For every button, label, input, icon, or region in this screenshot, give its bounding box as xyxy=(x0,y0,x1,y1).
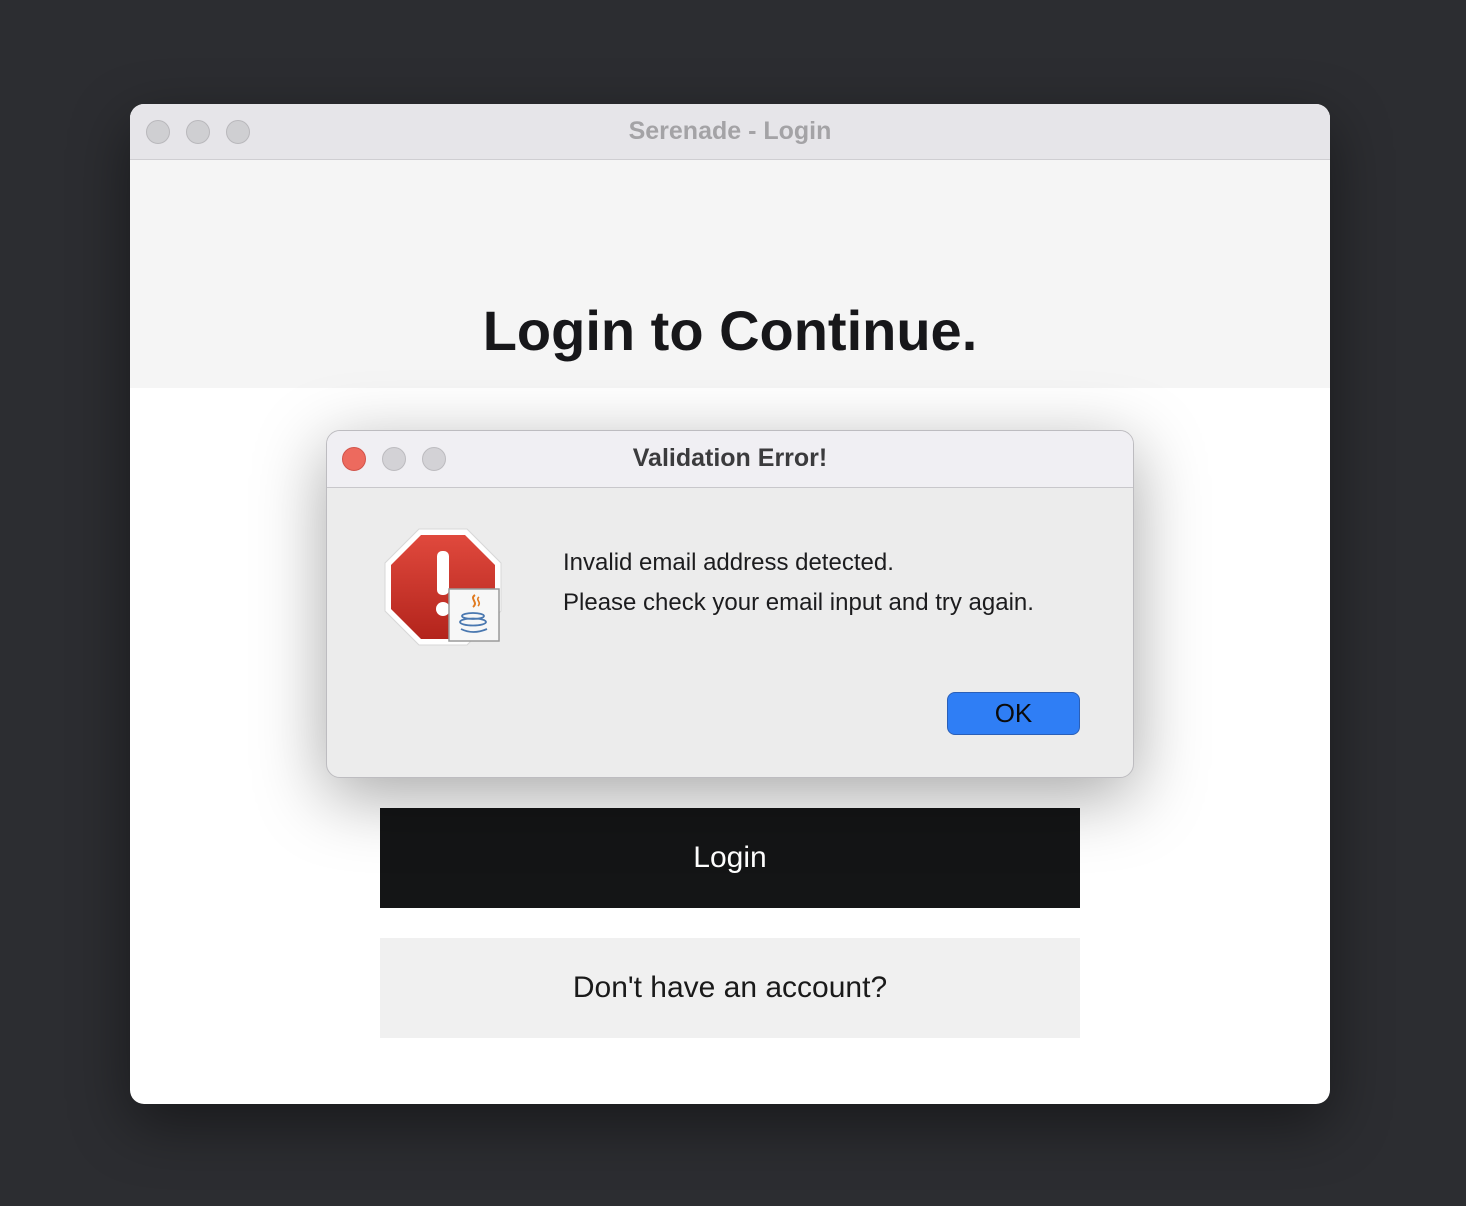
error-stop-sign-icon xyxy=(384,528,502,646)
page-heading: Login to Continue. xyxy=(482,299,978,362)
window-title: Serenade - Login xyxy=(628,117,832,145)
header-panel: Login to Continue. xyxy=(130,160,1330,388)
java-badge-icon xyxy=(448,588,500,642)
message-line-2: Please check your email input and try ag… xyxy=(563,589,1034,616)
dialog-title: Validation Error! xyxy=(632,444,828,472)
window-titlebar[interactable]: Serenade - Login xyxy=(130,104,1330,160)
signup-link-button[interactable]: Don't have an account? xyxy=(380,938,1080,1038)
login-button[interactable]: Login xyxy=(380,808,1080,908)
dialog-titlebar[interactable]: Validation Error! xyxy=(327,431,1133,488)
ok-button[interactable]: OK xyxy=(947,692,1080,735)
dialog-message: Invalid email address detected. Please c… xyxy=(563,543,1034,623)
validation-error-dialog: Validation Error! Invalid email address … xyxy=(326,430,1134,778)
message-line-1: Invalid email address detected. xyxy=(563,549,894,576)
